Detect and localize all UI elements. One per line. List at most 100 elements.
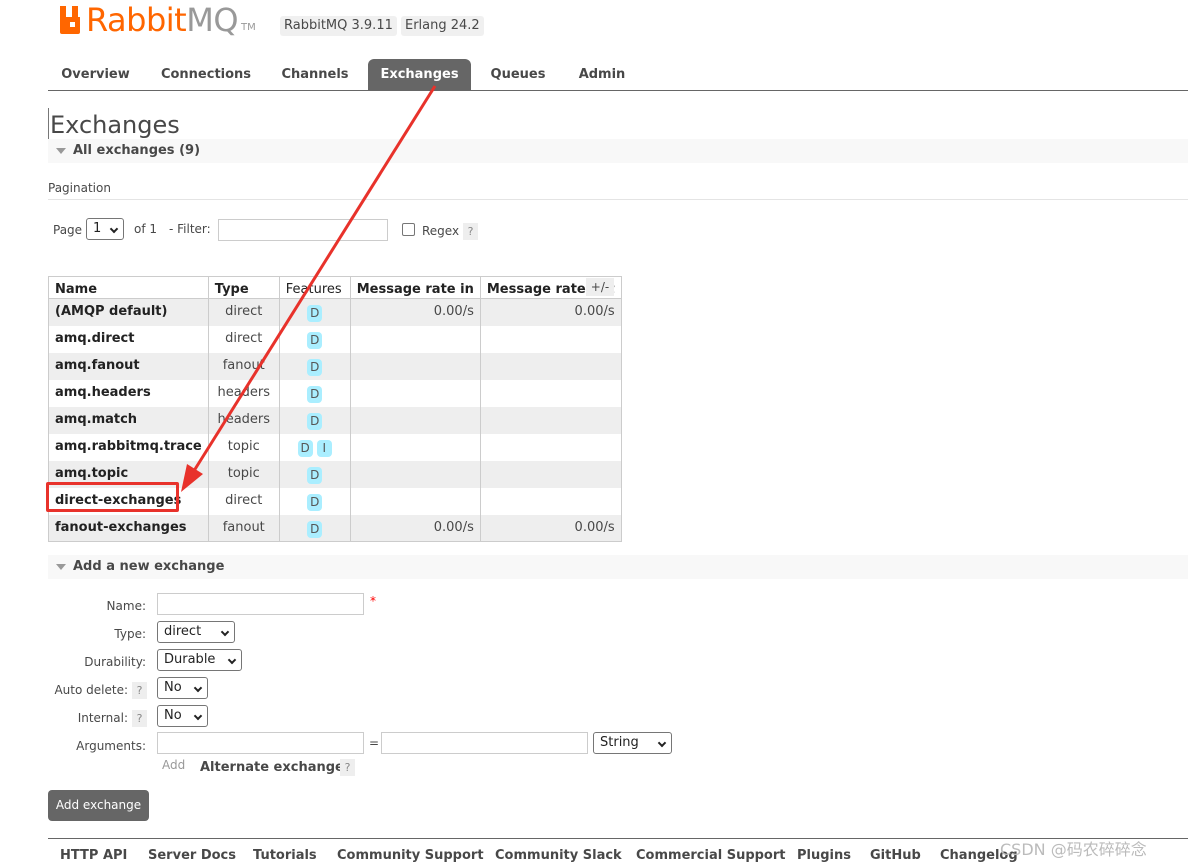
logo-text: RabbitMQ: [86, 1, 238, 39]
rabbit-icon: [58, 6, 82, 34]
arguments-label: Arguments:: [76, 739, 146, 753]
exchange-type: fanout: [208, 514, 280, 542]
tab-admin[interactable]: Admin: [568, 59, 636, 91]
rate-in: 0.00/s: [350, 298, 481, 326]
add-argument-link[interactable]: Add: [162, 758, 185, 772]
table-row: amq.headers headers D: [48, 379, 622, 407]
exchange-features: D: [279, 487, 351, 515]
exchange-type: topic: [208, 433, 280, 461]
regex-checkbox[interactable]: [402, 223, 415, 236]
exchange-name-link[interactable]: fanout-exchanges: [48, 514, 209, 542]
exchange-name-link[interactable]: (AMQP default): [48, 298, 209, 326]
rate-out: [480, 406, 622, 434]
name-label: Name:: [106, 599, 146, 613]
tab-connections[interactable]: Connections: [152, 59, 260, 91]
footer-link-http-api[interactable]: HTTP API: [60, 848, 127, 863]
internal-help-icon[interactable]: ?: [132, 710, 147, 727]
pagination-divider: [48, 199, 1188, 200]
col-type[interactable]: Type: [208, 276, 280, 299]
exchange-type: topic: [208, 460, 280, 488]
annotation-highlight-box: [46, 482, 179, 512]
regex-label: Regex: [422, 224, 460, 238]
rate-out: 0.00/s: [480, 514, 622, 542]
footer-link-community-slack[interactable]: Community Slack: [495, 848, 622, 863]
auto-delete-help-icon[interactable]: ?: [132, 682, 147, 699]
durable-tag: D: [307, 385, 323, 403]
filter-label: - Filter:: [169, 222, 211, 236]
rate-out: [480, 487, 622, 515]
col-features: Features: [279, 276, 351, 299]
exchange-type: fanout: [208, 352, 280, 380]
rate-in: [350, 352, 481, 380]
exchange-features: D: [279, 379, 351, 407]
tab-overview[interactable]: Overview: [48, 59, 143, 91]
chevron-down-icon: [657, 738, 667, 748]
tab-queues[interactable]: Queues: [480, 59, 556, 91]
filter-input[interactable]: [218, 219, 388, 241]
alternate-exchange-help-icon[interactable]: ?: [340, 759, 355, 776]
rate-out: [480, 352, 622, 380]
argument-key-input[interactable]: [157, 732, 364, 754]
argument-value-input[interactable]: [381, 732, 588, 754]
rate-in: [350, 406, 481, 434]
exchange-name-input[interactable]: [157, 593, 364, 615]
durable-tag: D: [307, 466, 323, 484]
page-of-label: of 1: [134, 222, 158, 236]
durable-tag: D: [307, 412, 323, 430]
exchange-features: D: [279, 406, 351, 434]
durability-label: Durability:: [84, 655, 146, 669]
add-exchange-toggle[interactable]: Add a new exchange: [48, 555, 1188, 579]
footer-link-community-support[interactable]: Community Support: [337, 848, 484, 863]
durable-tag: D: [307, 358, 323, 376]
table-row: amq.rabbitmq.trace topic D I: [48, 433, 622, 461]
footer-link-tutorials[interactable]: Tutorials: [253, 848, 317, 863]
rate-in: 0.00/s: [350, 514, 481, 542]
exchange-name-link[interactable]: amq.match: [48, 406, 209, 434]
add-exchange-button[interactable]: Add exchange: [48, 790, 149, 821]
chevron-down-icon: [193, 711, 203, 721]
exchange-type-select[interactable]: direct: [157, 621, 235, 643]
main-nav: Overview Connections Channels Exchanges …: [48, 59, 1188, 91]
footer-link-server-docs[interactable]: Server Docs: [148, 848, 236, 863]
durability-select[interactable]: Durable: [157, 649, 242, 671]
column-toggle-button[interactable]: +/-: [586, 278, 614, 296]
col-rate-in[interactable]: Message rate in: [350, 276, 481, 299]
tab-exchanges[interactable]: Exchanges: [368, 59, 471, 91]
col-name[interactable]: Name: [48, 276, 209, 299]
internal-select[interactable]: No: [157, 705, 208, 727]
internal-label: Internal:: [77, 711, 128, 725]
all-exchanges-toggle[interactable]: All exchanges (9): [48, 139, 1188, 163]
argument-type-select[interactable]: String: [593, 732, 672, 754]
footer-link-github[interactable]: GitHub: [870, 848, 921, 863]
exchange-name-link[interactable]: amq.headers: [48, 379, 209, 407]
regex-help-icon[interactable]: ?: [463, 223, 478, 240]
exchange-type: headers: [208, 406, 280, 434]
chevron-down-icon: [193, 683, 203, 693]
collapse-triangle-icon: [56, 564, 66, 570]
exchange-name-link[interactable]: amq.direct: [48, 325, 209, 353]
rate-in: [350, 433, 481, 461]
tab-channels[interactable]: Channels: [270, 59, 360, 91]
exchange-name-link[interactable]: amq.fanout: [48, 352, 209, 380]
rate-out: [480, 433, 622, 461]
footer-link-plugins[interactable]: Plugins: [797, 848, 851, 863]
table-row: amq.fanout fanout D: [48, 352, 622, 380]
alternate-exchange-link[interactable]: Alternate exchange: [200, 760, 344, 775]
table-row: amq.match headers D: [48, 406, 622, 434]
chevron-down-icon: [227, 655, 237, 665]
auto-delete-label: Auto delete:: [54, 683, 128, 697]
exchange-type: headers: [208, 379, 280, 407]
chevron-down-icon: [220, 627, 230, 637]
all-exchanges-label: All exchanges (9): [73, 143, 201, 158]
footer-link-commercial-support[interactable]: Commercial Support: [636, 848, 786, 863]
exchange-features: D: [279, 325, 351, 353]
page-select[interactable]: 1: [86, 218, 124, 240]
exchange-features: D: [279, 514, 351, 542]
rate-in: [350, 460, 481, 488]
auto-delete-select[interactable]: No: [157, 677, 208, 699]
exchange-name-link[interactable]: amq.rabbitmq.trace: [48, 433, 209, 461]
rate-out: 0.00/s: [480, 298, 622, 326]
durable-tag: D: [307, 493, 323, 511]
rate-out: [480, 379, 622, 407]
table-row: fanout-exchanges fanout D 0.00/s 0.00/s: [48, 514, 622, 542]
